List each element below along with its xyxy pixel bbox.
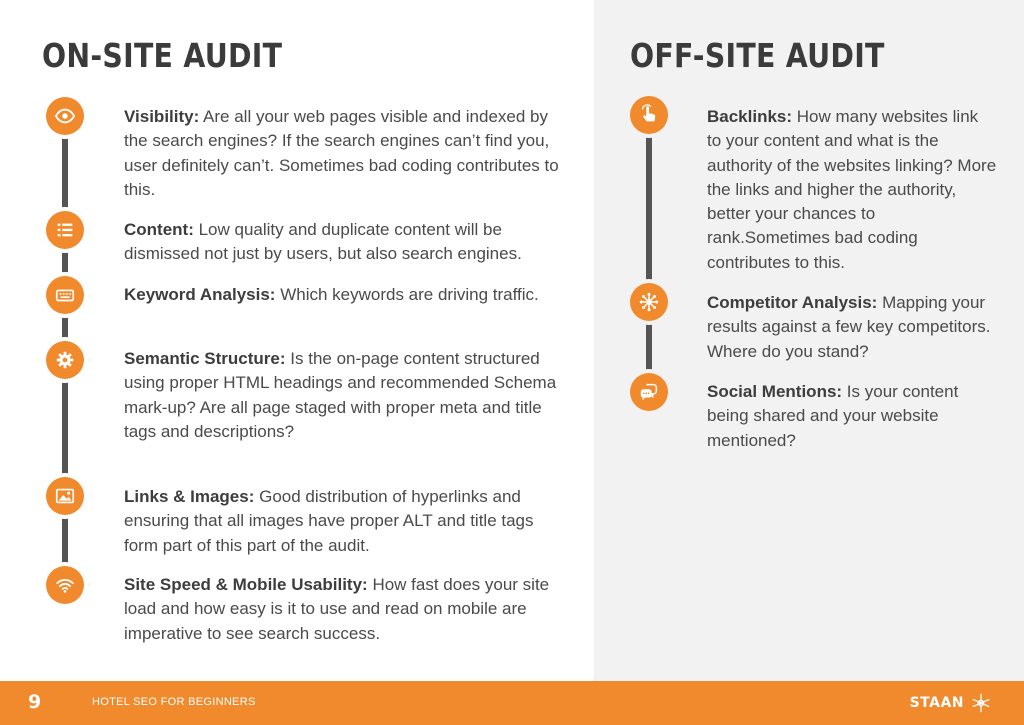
eye-icon	[46, 97, 84, 135]
on-site-audit-section: ON-SITE AUDIT Visibility: Are all your w…	[0, 0, 594, 681]
list-item: Site Speed & Mobile Usability: How fast …	[124, 575, 550, 643]
document-title: HOTEL SEO FOR BEGINNERS	[92, 696, 256, 708]
off-site-audit-section: OFF-SITE AUDIT Backlinks: How many websi…	[594, 0, 1024, 681]
brand-logo: STAAN	[910, 692, 992, 714]
hand-pointer-icon	[630, 96, 668, 134]
list-item: Links & Images: Good distribution of hyp…	[124, 487, 534, 555]
image-icon	[46, 477, 84, 515]
list-item: Backlinks: How many websites link to you…	[707, 107, 997, 272]
page-number: 9	[28, 691, 42, 713]
timeline-line	[646, 116, 652, 392]
network-icon	[630, 283, 668, 321]
list-item: Keyword Analysis: Which keywords are dri…	[124, 285, 539, 304]
star-icon	[972, 693, 990, 713]
list-item: Content: Low quality and duplicate conte…	[124, 220, 522, 264]
on-site-audit-title: ON-SITE AUDIT	[42, 36, 283, 75]
brand-name: STAAN	[909, 695, 964, 711]
list-icon	[46, 211, 84, 249]
off-site-audit-title: OFF-SITE AUDIT	[630, 36, 885, 75]
chat-icon	[630, 373, 668, 411]
list-item: Competitor Analysis: Mapping your result…	[707, 293, 991, 361]
wifi-icon	[46, 566, 84, 604]
gear-icon	[46, 341, 84, 379]
keyboard-icon	[46, 276, 84, 314]
list-item: Semantic Structure: Is the on-page conte…	[124, 349, 557, 441]
list-item: Social Mentions: Is your content being s…	[707, 382, 959, 450]
list-item: Visibility: Are all your web pages visib…	[124, 107, 559, 199]
footer-bar: 9 HOTEL SEO FOR BEGINNERS STAAN	[0, 681, 1024, 725]
